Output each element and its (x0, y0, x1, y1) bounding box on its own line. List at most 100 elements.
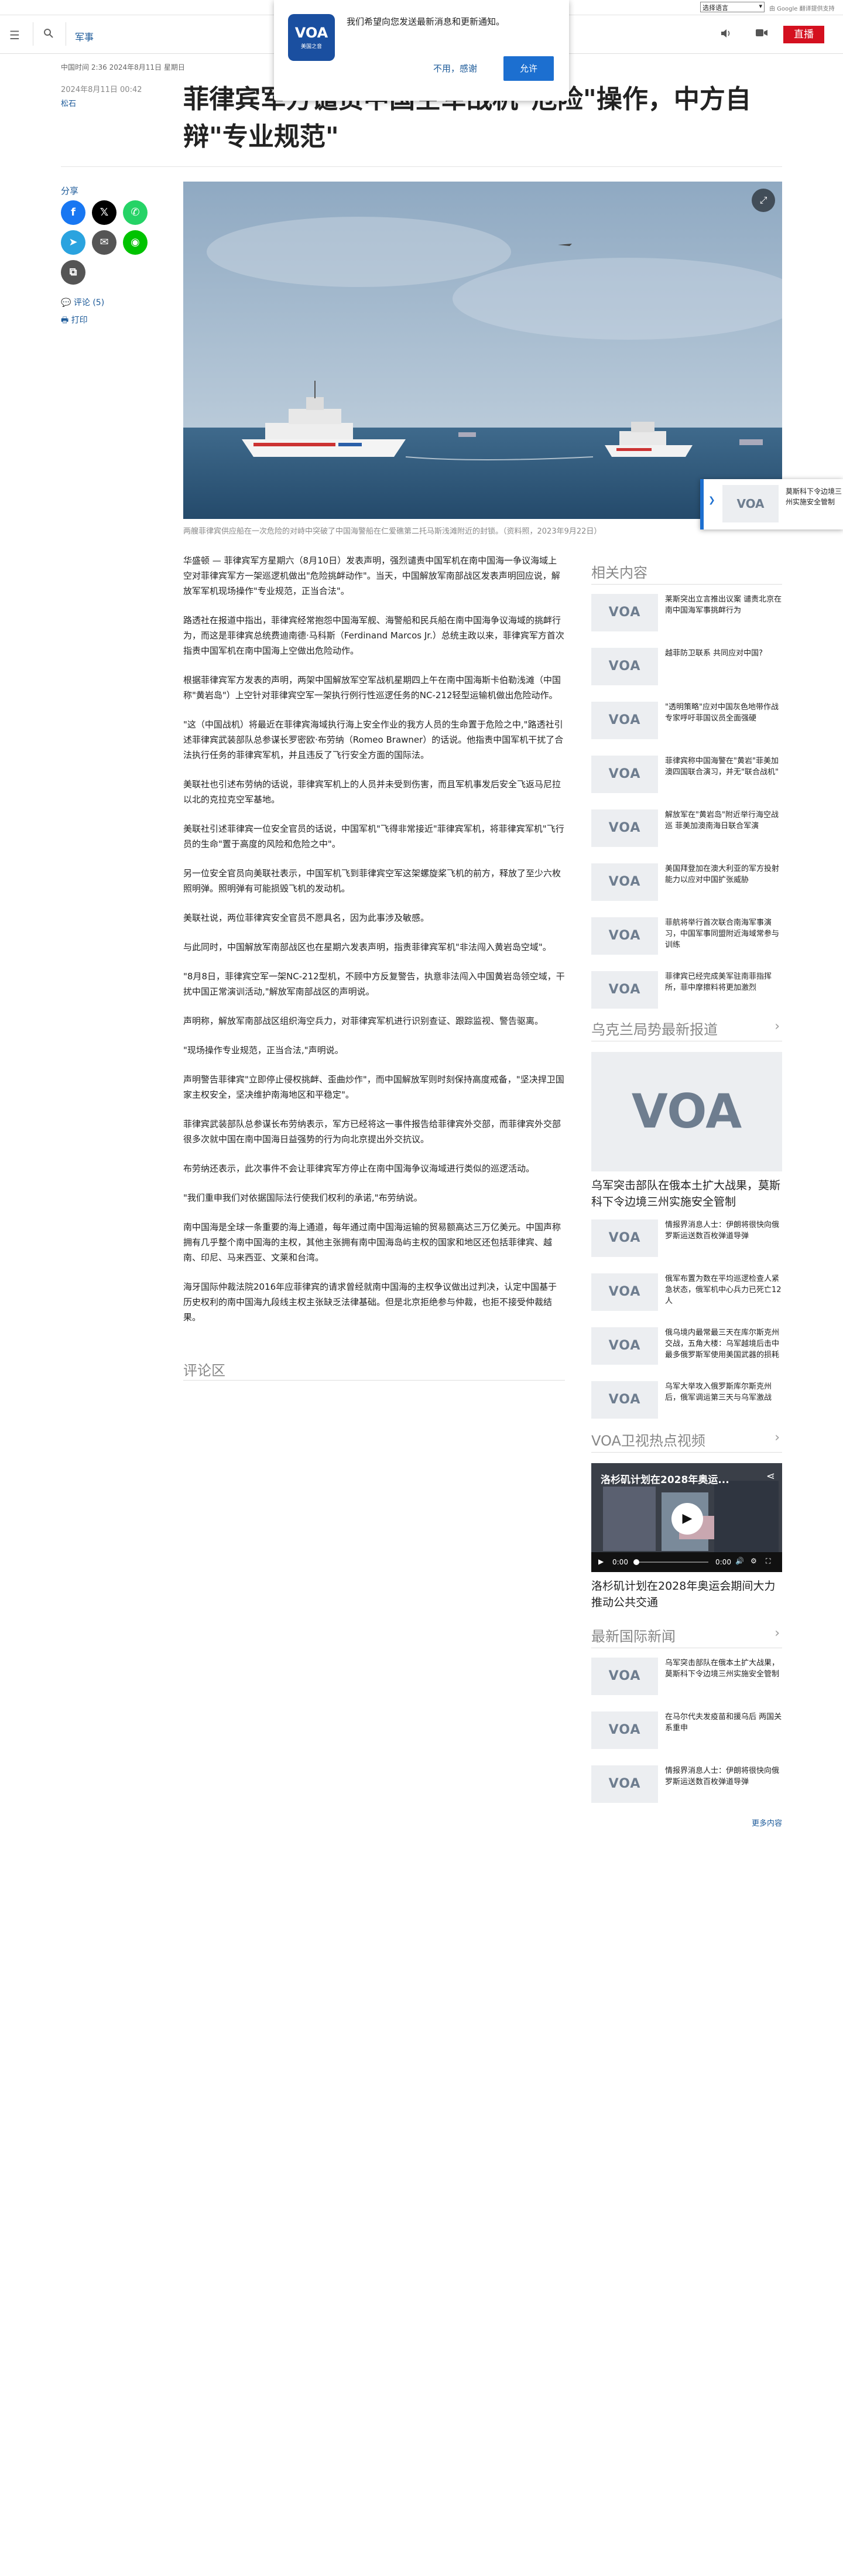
article-paragraph: 布劳纳还表示，此次事件不会让菲律宾军方停止在南中国海争议海域进行类似的巡逻活动。 (183, 1163, 535, 1174)
voa-placeholder-logo: VOA (608, 1776, 641, 1791)
latest-heading-text: 最新国际新闻 (591, 1628, 676, 1645)
news-headline[interactable]: 解放军在"黄岩岛"附近举行海空战巡 菲美加澳南海日联合军演 (665, 809, 782, 832)
list-item[interactable]: VOA 莱斯突出立言推出议案 谴责北京在南中国海军事挑衅行为 (591, 588, 782, 638)
list-item[interactable]: VOA 俄乌境内最常最三天在库尔斯克州交战，五角大楼：乌军越境后击中最多俄罗斯军使… (591, 1321, 782, 1372)
list-item[interactable]: VOA 解放军在"黄岩岛"附近举行海空战巡 菲美加澳南海日联合军演 (591, 804, 782, 854)
news-headline[interactable]: 乌军突击部队在俄本土扩大战果，莫斯科下令边境三州实施安全管制 (665, 1658, 782, 1680)
news-thumbnail[interactable]: VOA (591, 756, 658, 793)
article-body: 华盛顿 — 菲律宾军方星期六（8月10日）发表声明，强烈谴责中国军机在南中国海一… (183, 553, 565, 1339)
video-player[interactable]: 洛杉矶计划在2028年奥运... ⋖ ▶ ▶ 0:00 0:00 🔊 ⚙ ⛶ (591, 1463, 782, 1572)
language-select-label: 选择语言 (702, 4, 728, 12)
decline-button[interactable]: 不用，感谢 (433, 62, 477, 74)
news-headline[interactable]: 俄军布置为数在平均巡逻检查人紧急状态，俄军机中心兵力已死亡12人 (665, 1273, 782, 1307)
list-item[interactable]: VOA 情报界消息人士：伊朗将很快向俄罗斯运送数百枚弹道导弹 (591, 1214, 782, 1264)
comments-divider (183, 1380, 565, 1381)
floating-news-card[interactable]: ❯ VOA 莫斯科下令边境三州实施安全管制 (700, 479, 843, 529)
list-item[interactable]: VOA 乌军突击部队在俄本土扩大战果，莫斯科下令边境三州实施安全管制 (591, 1652, 782, 1702)
telegram-share-button[interactable]: ➤ (61, 230, 85, 255)
author-link[interactable]: 松石 (61, 97, 76, 108)
telegram-icon: ➤ (68, 236, 78, 248)
latest-heading[interactable]: 最新国际新闻 › (591, 1625, 782, 1648)
voa-placeholder-logo: VOA (608, 605, 641, 620)
news-thumbnail[interactable]: VOA (591, 1327, 658, 1365)
settings-icon[interactable]: ⚙ (751, 1557, 757, 1565)
list-item[interactable]: VOA 情报界消息人士：伊朗将很快向俄罗斯运送数百枚弹道导弹 (591, 1760, 782, 1810)
video-heading[interactable]: VOA卫视热点视频 › (591, 1429, 782, 1453)
share-icon[interactable]: ⋖ (766, 1470, 775, 1482)
section-link[interactable]: 军事 (75, 29, 94, 43)
ukraine-list: VOA 情报界消息人士：伊朗将很快向俄罗斯运送数百枚弹道导弹 VOA 俄军布置为数在平… (591, 1214, 782, 1426)
list-item[interactable]: VOA 俄军布置为数在平均巡逻检查人紧急状态，俄军机中心兵力已死亡12人 (591, 1267, 782, 1318)
news-headline[interactable]: 情报界消息人士：伊朗将很快向俄罗斯运送数百枚弹道导弹 (665, 1765, 782, 1788)
news-thumbnail[interactable]: VOA (591, 1711, 658, 1749)
hamburger-icon[interactable]: ☰ (9, 28, 20, 42)
play-icon[interactable]: ▶ (671, 1503, 703, 1535)
news-headline[interactable]: 乌军大举攻入俄罗斯库尔斯克州后，俄军调运第三天与乌军激战 (665, 1381, 782, 1403)
chevron-right-icon[interactable]: ❯ (708, 496, 715, 505)
email-share-button[interactable]: ✉ (92, 230, 116, 255)
list-item[interactable]: VOA 在马尔代夫发疫苗和援乌后 两国关系重申 (591, 1706, 782, 1756)
list-item[interactable]: VOA 菲律宾已经完成美军驻南菲指挥所，菲中摩擦料将更加激烈 (591, 965, 782, 1016)
news-thumbnail[interactable]: VOA (591, 809, 658, 847)
list-item[interactable]: VOA 菲航将举行首次联合南海军事演习，中国军事同盟附近海域常参与训练 (591, 911, 782, 962)
play-small-icon[interactable]: ▶ (598, 1557, 604, 1566)
news-headline[interactable]: 美国拜登加在澳大利亚的军方投射能力以应对中国扩张威胁 (665, 863, 782, 886)
more-link[interactable]: 更多内容 (591, 1817, 782, 1828)
news-thumbnail[interactable]: VOA (591, 1765, 658, 1803)
print-link[interactable]: 🖶 打印 (61, 314, 88, 328)
news-headline[interactable]: 俄乌境内最常最三天在库尔斯克州交战，五角大楼：乌军越境后击中最多俄罗斯军使用美国… (665, 1327, 782, 1361)
speaker-icon[interactable] (720, 28, 732, 42)
video-progress-handle[interactable] (633, 1559, 639, 1565)
ukraine-feature-image[interactable]: VOA (591, 1052, 782, 1171)
comments-link[interactable]: 💬 评论 (5) (61, 296, 104, 308)
news-thumbnail[interactable]: VOA (591, 702, 658, 739)
list-item[interactable]: VOA 菲律宾称中国海警在"黄岩"菲美加澳四国联合演习，并无"联合战机" (591, 750, 782, 800)
list-item[interactable]: VOA 越菲防卫联系 共同应对中国? (591, 642, 782, 692)
news-thumbnail[interactable]: VOA (591, 971, 658, 1009)
language-select[interactable]: 选择语言 (700, 2, 765, 12)
copy-icon: ⧉ (69, 266, 77, 278)
ukraine-heading[interactable]: 乌克兰局势最新报道 › (591, 1018, 782, 1041)
email-icon: ✉ (100, 236, 109, 248)
news-headline[interactable]: 莱斯突出立言推出议案 谴责北京在南中国海军事挑衅行为 (665, 594, 782, 616)
list-item[interactable]: VOA "透明策略"应对中国灰色地带作战 专家呼吁菲国议员全面强硬 (591, 696, 782, 746)
list-item[interactable]: VOA 乌军大举攻入俄罗斯库尔斯克州后，俄军调运第三天与乌军激战 (591, 1375, 782, 1426)
news-thumbnail[interactable]: VOA (591, 1381, 658, 1419)
latest-section: 最新国际新闻 › VOA 乌军突击部队在俄本土扩大战果，莫斯科下令边境三州实施安全管… (591, 1625, 782, 1828)
news-thumbnail[interactable]: VOA (591, 594, 658, 631)
copy-link-button[interactable]: ⧉ (61, 260, 85, 285)
news-thumbnail[interactable]: VOA (591, 863, 658, 901)
live-button[interactable]: 直播 (783, 26, 824, 43)
news-thumbnail[interactable]: VOA (591, 1658, 658, 1695)
news-headline[interactable]: 在马尔代夫发疫苗和援乌后 两国关系重申 (665, 1711, 782, 1734)
news-headline[interactable]: 菲律宾称中国海警在"黄岩"菲美加澳四国联合演习，并无"联合战机" (665, 756, 782, 778)
allow-button[interactable]: 允许 (503, 56, 554, 81)
volume-icon[interactable]: 🔊 (735, 1557, 744, 1565)
camera-icon[interactable] (755, 28, 768, 40)
news-thumbnail[interactable]: VOA (591, 1273, 658, 1311)
article-paragraph: 与此同时，中国解放军南部战区也在星期六发表声明，指责菲律宾军机"非法闯入黄岩岛空… (183, 942, 551, 952)
video-progress-bar[interactable] (633, 1559, 708, 1565)
voa-logo: VOA 美国之音 (288, 14, 335, 61)
facebook-share-button[interactable]: f (61, 200, 85, 225)
video-player-title: 洛杉矶计划在2028年奥运... (601, 1474, 729, 1486)
news-headline[interactable]: 菲律宾已经完成美军驻南菲指挥所，菲中摩擦料将更加激烈 (665, 971, 782, 993)
news-thumbnail[interactable]: VOA (591, 917, 658, 955)
news-headline[interactable]: 菲航将举行首次联合南海军事演习，中国军事同盟附近海域常参与训练 (665, 917, 782, 951)
ships-image (183, 182, 782, 519)
news-headline[interactable]: 越菲防卫联系 共同应对中国? (665, 648, 782, 659)
video-caption[interactable]: 洛杉矶计划在2028年奥运会期间大力推动公共交通 (591, 1578, 782, 1611)
ukraine-feature-title[interactable]: 乌军突击部队在俄本土扩大战果，莫斯科下令边境三州实施安全管制 (591, 1177, 782, 1210)
list-item[interactable]: VOA 美国拜登加在澳大利亚的军方投射能力以应对中国扩张威胁 (591, 857, 782, 908)
news-headline[interactable]: 情报界消息人士：伊朗将很快向俄罗斯运送数百枚弹道导弹 (665, 1219, 782, 1242)
x-share-button[interactable]: 𝕏 (92, 200, 116, 225)
whatsapp-share-button[interactable]: ✆ (123, 200, 148, 225)
news-headline[interactable]: "透明策略"应对中国灰色地带作战 专家呼吁菲国议员全面强硬 (665, 702, 782, 724)
comments-heading: 评论区 (183, 1362, 225, 1379)
search-icon[interactable] (43, 28, 54, 42)
line-share-button[interactable]: ◉ (123, 230, 148, 255)
expand-icon[interactable]: ⤢ (752, 189, 775, 212)
news-thumbnail[interactable]: VOA (591, 648, 658, 685)
fullscreen-icon[interactable]: ⛶ (766, 1557, 770, 1566)
news-thumbnail[interactable]: VOA (591, 1219, 658, 1257)
